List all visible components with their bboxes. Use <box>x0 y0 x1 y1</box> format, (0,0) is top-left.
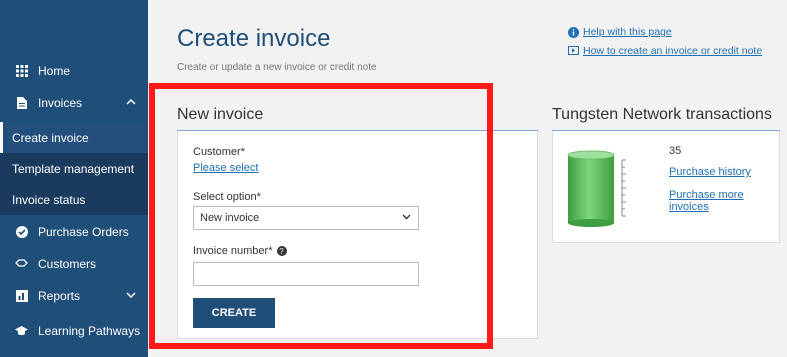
page-title: Create invoice <box>177 25 331 52</box>
sidebar-item-label: Invoices <box>38 95 83 110</box>
sidebar-item-label: Purchase Orders <box>38 224 129 239</box>
help-page-link[interactable]: Help with this page <box>568 26 672 38</box>
sidebar-item-customers[interactable]: Customers <box>0 248 148 279</box>
chart-icon <box>15 289 28 302</box>
sidebar-item-label: Reports <box>38 288 81 303</box>
graduation-cap-icon <box>15 324 28 337</box>
sidebar-item-label: Home <box>38 63 71 78</box>
handshake-icon <box>15 257 28 270</box>
highlight-box <box>149 83 493 349</box>
transactions-count: 35 <box>669 145 682 157</box>
sidebar: Home Invoices Create invoice Template ma… <box>0 0 148 357</box>
tungsten-heading: Tungsten Network transactions <box>552 106 772 123</box>
purchase-history-link[interactable]: Purchase history <box>669 166 751 178</box>
chevron-up-icon <box>126 97 136 108</box>
sidebar-item-invoice-status[interactable]: Invoice status <box>0 184 148 215</box>
sidebar-item-learning-pathways[interactable]: Learning Pathways <box>0 315 148 346</box>
sidebar-item-template-management[interactable]: Template management <box>0 153 148 184</box>
grid-icon <box>15 64 28 77</box>
document-icon <box>15 96 28 109</box>
info-icon <box>568 26 579 38</box>
sidebar-item-label: Create invoice <box>12 130 89 145</box>
purchase-more-line1: Purchase more <box>669 189 744 201</box>
how-to-label: How to create an invoice or credit note <box>583 45 763 57</box>
sidebar-item-label: Customers <box>38 256 97 271</box>
sidebar-item-reports[interactable]: Reports <box>0 280 148 311</box>
sidebar-item-label: Learning Pathways <box>38 323 141 338</box>
sidebar-item-purchase-orders[interactable]: Purchase Orders <box>0 216 148 247</box>
sidebar-item-create-invoice[interactable]: Create invoice <box>0 122 148 153</box>
purchase-more-link[interactable]: Purchase more invoices <box>669 189 744 213</box>
purchase-more-line2: invoices <box>669 201 709 213</box>
check-circle-icon <box>15 225 28 238</box>
sidebar-item-home[interactable]: Home <box>0 55 148 86</box>
transactions-gauge <box>566 150 630 235</box>
help-page-label: Help with this page <box>583 26 672 38</box>
chevron-down-icon <box>126 290 136 301</box>
play-icon <box>568 45 579 57</box>
sidebar-item-label: Invoice status <box>12 192 86 207</box>
page-subtitle: Create or update a new invoice or credit… <box>177 62 377 73</box>
how-to-link[interactable]: How to create an invoice or credit note <box>568 45 762 57</box>
sidebar-item-label: Template management <box>12 161 135 176</box>
sidebar-item-invoices[interactable]: Invoices <box>0 87 148 118</box>
